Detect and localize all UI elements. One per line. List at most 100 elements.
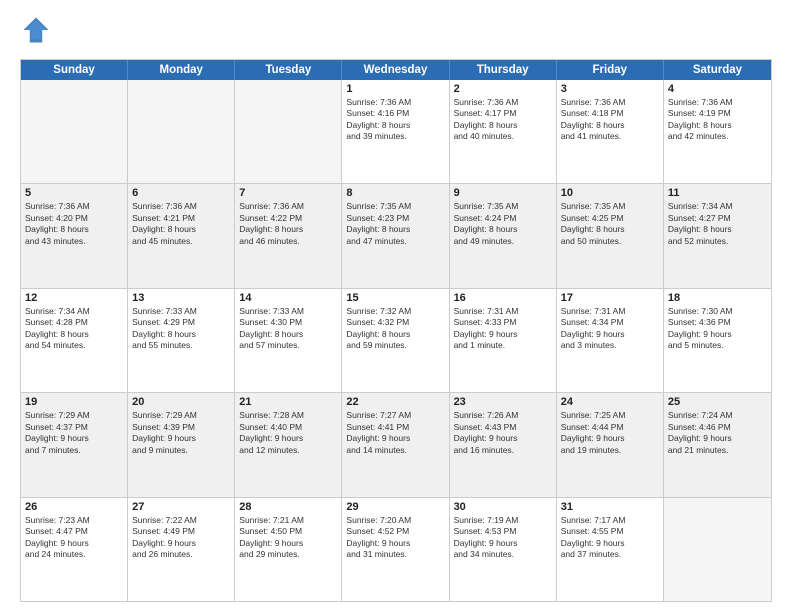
day-number: 6	[132, 187, 230, 199]
calendar-cell: 11 Sunrise: 7:34 AMSunset: 4:27 PMDayligh…	[664, 184, 771, 287]
day-number: 16	[454, 292, 552, 304]
calendar: SundayMondayTuesdayWednesdayThursdayFrid…	[20, 59, 772, 602]
calendar-cell: 30 Sunrise: 7:19 AMSunset: 4:53 PMDayligh…	[450, 498, 557, 601]
cell-info: Sunrise: 7:32 AMSunset: 4:32 PMDaylight:…	[346, 306, 444, 352]
cell-info: Sunrise: 7:33 AMSunset: 4:29 PMDaylight:…	[132, 306, 230, 352]
logo-icon	[22, 16, 50, 44]
calendar-cell: 2 Sunrise: 7:36 AMSunset: 4:17 PMDaylight…	[450, 80, 557, 183]
calendar-header-cell: Friday	[557, 60, 664, 80]
calendar-cell: 6Sunrise: 7:36 AMSunset: 4:21 PMDaylight…	[128, 184, 235, 287]
calendar-cell: 12 Sunrise: 7:34 AMSunset: 4:28 PMDayligh…	[21, 289, 128, 392]
calendar-row: 12 Sunrise: 7:34 AMSunset: 4:28 PMDayligh…	[21, 289, 771, 393]
calendar-header-cell: Wednesday	[342, 60, 449, 80]
page: SundayMondayTuesdayWednesdayThursdayFrid…	[0, 0, 792, 612]
calendar-cell: 22 Sunrise: 7:27 AMSunset: 4:41 PMDayligh…	[342, 393, 449, 496]
calendar-cell: 24 Sunrise: 7:25 AMSunset: 4:44 PMDayligh…	[557, 393, 664, 496]
day-number: 12	[25, 292, 123, 304]
cell-info: Sunrise: 7:35 AMSunset: 4:25 PMDaylight:…	[561, 201, 659, 247]
cell-info: Sunrise: 7:29 AMSunset: 4:37 PMDaylight:…	[25, 410, 123, 456]
day-number: 21	[239, 396, 337, 408]
calendar-header-cell: Tuesday	[235, 60, 342, 80]
logo	[20, 16, 50, 49]
cell-info: Sunrise: 7:36 AMSunset: 4:19 PMDaylight:…	[668, 97, 767, 143]
calendar-row: 26Sunrise: 7:23 AMSunset: 4:47 PMDayligh…	[21, 498, 771, 601]
day-number: 8	[346, 187, 444, 199]
cell-info: Sunrise: 7:36 AMSunset: 4:17 PMDaylight:…	[454, 97, 552, 143]
cell-info: Sunrise: 7:19 AMSunset: 4:53 PMDaylight:…	[454, 515, 552, 561]
cell-info: Sunrise: 7:35 AMSunset: 4:24 PMDaylight:…	[454, 201, 552, 247]
calendar-cell: 18Sunrise: 7:30 AMSunset: 4:36 PMDayligh…	[664, 289, 771, 392]
cell-info: Sunrise: 7:31 AMSunset: 4:34 PMDaylight:…	[561, 306, 659, 352]
day-number: 7	[239, 187, 337, 199]
calendar-header-cell: Monday	[128, 60, 235, 80]
day-number: 30	[454, 501, 552, 513]
day-number: 3	[561, 83, 659, 95]
calendar-header-row: SundayMondayTuesdayWednesdayThursdayFrid…	[21, 60, 771, 80]
calendar-header-cell: Saturday	[664, 60, 771, 80]
cell-info: Sunrise: 7:28 AMSunset: 4:40 PMDaylight:…	[239, 410, 337, 456]
cell-info: Sunrise: 7:20 AMSunset: 4:52 PMDaylight:…	[346, 515, 444, 561]
cell-info: Sunrise: 7:36 AMSunset: 4:18 PMDaylight:…	[561, 97, 659, 143]
calendar-cell: 27 Sunrise: 7:22 AMSunset: 4:49 PMDayligh…	[128, 498, 235, 601]
calendar-cell: 8 Sunrise: 7:35 AMSunset: 4:23 PMDaylight…	[342, 184, 449, 287]
cell-info: Sunrise: 7:31 AMSunset: 4:33 PMDaylight:…	[454, 306, 552, 352]
cell-info: Sunrise: 7:36 AMSunset: 4:22 PMDaylight:…	[239, 201, 337, 247]
day-number: 22	[346, 396, 444, 408]
calendar-cell: 13 Sunrise: 7:33 AMSunset: 4:29 PMDayligh…	[128, 289, 235, 392]
cell-info: Sunrise: 7:17 AMSunset: 4:55 PMDaylight:…	[561, 515, 659, 561]
calendar-cell	[128, 80, 235, 183]
cell-info: Sunrise: 7:23 AMSunset: 4:47 PMDaylight:…	[25, 515, 123, 561]
calendar-row: 5Sunrise: 7:36 AMSunset: 4:20 PMDaylight…	[21, 184, 771, 288]
day-number: 25	[668, 396, 767, 408]
day-number: 24	[561, 396, 659, 408]
day-number: 23	[454, 396, 552, 408]
calendar-cell: 23Sunrise: 7:26 AMSunset: 4:43 PMDayligh…	[450, 393, 557, 496]
calendar-cell: 10Sunrise: 7:35 AMSunset: 4:25 PMDayligh…	[557, 184, 664, 287]
calendar-cell: 26Sunrise: 7:23 AMSunset: 4:47 PMDayligh…	[21, 498, 128, 601]
day-number: 4	[668, 83, 767, 95]
cell-info: Sunrise: 7:34 AMSunset: 4:27 PMDaylight:…	[668, 201, 767, 247]
calendar-cell: 29Sunrise: 7:20 AMSunset: 4:52 PMDayligh…	[342, 498, 449, 601]
cell-info: Sunrise: 7:21 AMSunset: 4:50 PMDaylight:…	[239, 515, 337, 561]
day-number: 31	[561, 501, 659, 513]
day-number: 19	[25, 396, 123, 408]
calendar-cell: 14Sunrise: 7:33 AMSunset: 4:30 PMDayligh…	[235, 289, 342, 392]
calendar-cell: 21 Sunrise: 7:28 AMSunset: 4:40 PMDayligh…	[235, 393, 342, 496]
calendar-cell	[21, 80, 128, 183]
calendar-cell: 20Sunrise: 7:29 AMSunset: 4:39 PMDayligh…	[128, 393, 235, 496]
day-number: 27	[132, 501, 230, 513]
calendar-cell: 7 Sunrise: 7:36 AMSunset: 4:22 PMDaylight…	[235, 184, 342, 287]
cell-info: Sunrise: 7:24 AMSunset: 4:46 PMDaylight:…	[668, 410, 767, 456]
calendar-cell: 4 Sunrise: 7:36 AMSunset: 4:19 PMDaylight…	[664, 80, 771, 183]
cell-info: Sunrise: 7:35 AMSunset: 4:23 PMDaylight:…	[346, 201, 444, 247]
header	[20, 16, 772, 49]
calendar-cell: 3 Sunrise: 7:36 AMSunset: 4:18 PMDaylight…	[557, 80, 664, 183]
day-number: 1	[346, 83, 444, 95]
day-number: 15	[346, 292, 444, 304]
cell-info: Sunrise: 7:22 AMSunset: 4:49 PMDaylight:…	[132, 515, 230, 561]
calendar-cell: 31 Sunrise: 7:17 AMSunset: 4:55 PMDayligh…	[557, 498, 664, 601]
day-number: 2	[454, 83, 552, 95]
cell-info: Sunrise: 7:27 AMSunset: 4:41 PMDaylight:…	[346, 410, 444, 456]
calendar-header-cell: Sunday	[21, 60, 128, 80]
calendar-cell: 25 Sunrise: 7:24 AMSunset: 4:46 PMDayligh…	[664, 393, 771, 496]
day-number: 9	[454, 187, 552, 199]
cell-info: Sunrise: 7:34 AMSunset: 4:28 PMDaylight:…	[25, 306, 123, 352]
day-number: 13	[132, 292, 230, 304]
calendar-cell	[664, 498, 771, 601]
calendar-cell: 15 Sunrise: 7:32 AMSunset: 4:32 PMDayligh…	[342, 289, 449, 392]
calendar-cell: 5Sunrise: 7:36 AMSunset: 4:20 PMDaylight…	[21, 184, 128, 287]
calendar-header-cell: Thursday	[450, 60, 557, 80]
day-number: 17	[561, 292, 659, 304]
calendar-cell: 16 Sunrise: 7:31 AMSunset: 4:33 PMDayligh…	[450, 289, 557, 392]
day-number: 20	[132, 396, 230, 408]
day-number: 14	[239, 292, 337, 304]
day-number: 18	[668, 292, 767, 304]
calendar-row: 19 Sunrise: 7:29 AMSunset: 4:37 PMDayligh…	[21, 393, 771, 497]
day-number: 11	[668, 187, 767, 199]
calendar-cell: 1Sunrise: 7:36 AMSunset: 4:16 PMDaylight…	[342, 80, 449, 183]
cell-info: Sunrise: 7:36 AMSunset: 4:20 PMDaylight:…	[25, 201, 123, 247]
calendar-cell: 9 Sunrise: 7:35 AMSunset: 4:24 PMDaylight…	[450, 184, 557, 287]
cell-info: Sunrise: 7:25 AMSunset: 4:44 PMDaylight:…	[561, 410, 659, 456]
calendar-cell: 19 Sunrise: 7:29 AMSunset: 4:37 PMDayligh…	[21, 393, 128, 496]
